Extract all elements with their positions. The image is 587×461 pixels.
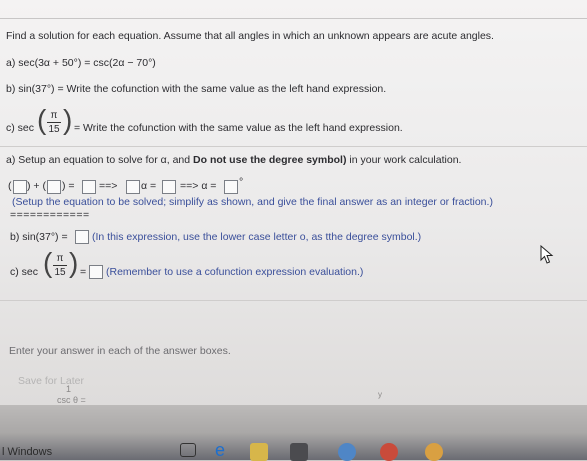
heading-post: in your work calculation. [346, 154, 462, 166]
answer-a-box-5[interactable] [162, 180, 176, 194]
answer-a-hint: (Setup the equation to be solved; simpli… [12, 196, 493, 208]
answer-b-hint: (In this expression, use the lower case … [92, 231, 422, 243]
part-a-text: a) sec(3α + 50°) = csc(2α − 70°) [6, 57, 156, 69]
file-explorer-icon[interactable] [250, 443, 268, 461]
answer-a-box-4[interactable] [126, 180, 140, 194]
fraction-numerator: π [50, 110, 58, 121]
answer-b-prefix: b) sin(37°) = [10, 231, 68, 243]
implies-arrow-1: ==> [99, 180, 118, 192]
question-panel: Find a solution for each equation. Assum… [0, 0, 587, 405]
degree-symbol: ° [239, 176, 244, 188]
bottom-y: y [378, 390, 382, 399]
bottom-one: 1 [66, 384, 72, 394]
part-c-prefix: c) sec [6, 122, 35, 134]
answer-c-box[interactable] [89, 265, 103, 279]
implies-arrow-2: ==> α = [180, 180, 217, 192]
c-fraction-bar [53, 265, 67, 266]
answer-a-box-3[interactable] [82, 180, 96, 194]
chrome-icon[interactable] [338, 443, 356, 461]
mouse-pointer-icon [540, 245, 554, 264]
edge-browser-icon[interactable]: e [215, 441, 233, 459]
c-fraction-numerator: π [56, 253, 64, 264]
answer-a-box-2[interactable] [47, 180, 61, 194]
fraction-bar [47, 122, 61, 123]
app-icon-red[interactable] [380, 443, 398, 461]
left-paren: ( [37, 104, 47, 135]
right-paren: ) [63, 104, 73, 135]
top-divider [0, 18, 587, 19]
section-divider [0, 146, 587, 147]
save-for-later-button[interactable]: Save for Later [12, 373, 90, 389]
pi-over-15-fraction: π 15 [47, 110, 61, 135]
c-right-paren: ) [69, 247, 79, 278]
answer-c-prefix: c) sec [10, 266, 39, 278]
part-b-text: b) sin(37°) = Write the cofunction with … [6, 83, 387, 95]
open-paren: ( [8, 180, 12, 192]
task-view-icon[interactable] [180, 443, 196, 457]
c-fraction-denominator: 15 [54, 267, 66, 278]
part-c-suffix: = Write the cofunction with the same val… [74, 122, 403, 134]
answer-b-box[interactable] [75, 230, 89, 244]
close-paren-equals: ) = [62, 180, 75, 192]
answer-c-hint: (Remember to use a cofunction expression… [106, 266, 364, 278]
equals-divider: ============ [10, 209, 90, 221]
c-fraction: π 15 [53, 253, 67, 278]
answer-a-heading: a) Setup an equation to solve for α, and… [6, 154, 461, 167]
footer-divider [0, 300, 587, 301]
taskbar: l Windows e [0, 405, 587, 461]
close-paren-plus: ) + ( [27, 180, 46, 192]
heading-pre: a) Setup an equation to solve for α, and [6, 154, 194, 166]
answer-c-equals: = [80, 266, 87, 278]
answer-a-box-6[interactable] [224, 180, 238, 194]
enter-prompt: Enter your answer in each of the answer … [9, 345, 231, 357]
c-left-paren: ( [43, 247, 53, 278]
app-icon-orange[interactable] [425, 443, 443, 461]
equals-sign: = [68, 180, 75, 192]
instruction-text: Find a solution for each equation. Assum… [6, 30, 494, 42]
fraction-denominator: 15 [48, 124, 60, 135]
windows-label: l Windows [2, 446, 53, 458]
heading-bold: Do not use the degree symbol) [193, 154, 347, 166]
plus-sign: + [33, 180, 40, 192]
alpha-equals: α = [141, 180, 157, 192]
store-icon[interactable] [290, 443, 308, 461]
answer-a-box-1[interactable] [13, 180, 27, 194]
